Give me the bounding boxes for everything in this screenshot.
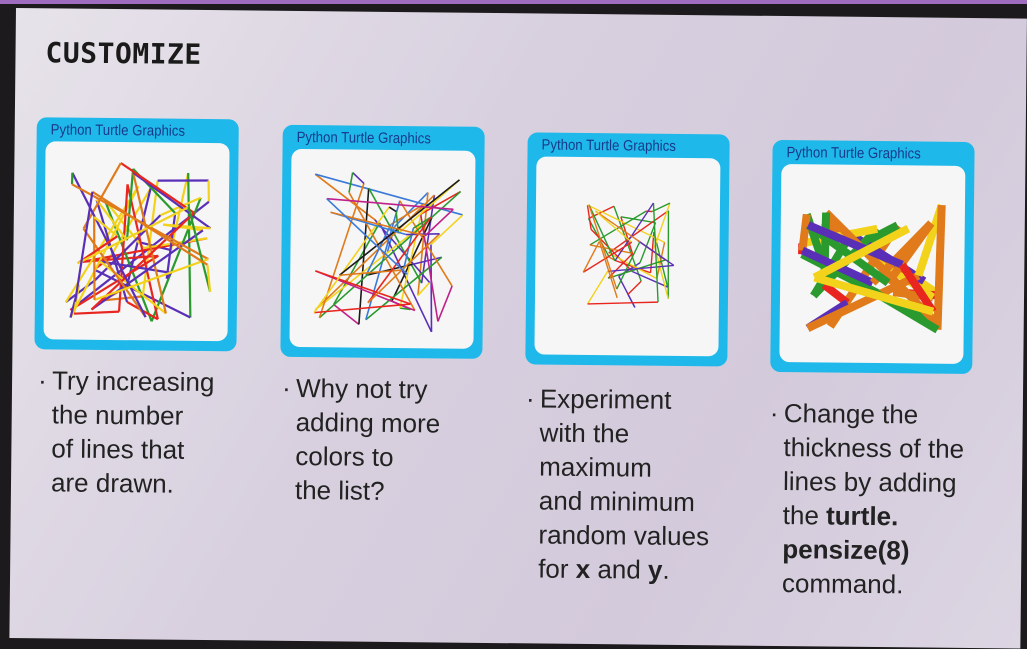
text: and [590, 554, 649, 585]
bullet: · [525, 383, 535, 414]
tip-line: are drawn. [50, 467, 175, 499]
tip-2: · Why not try adding more colors to the … [282, 371, 526, 509]
tip-line: random values [538, 519, 710, 552]
section-heading: CUSTOMIZE [45, 36, 202, 71]
turtle-window-3: Python Turtle Graphics [525, 132, 730, 367]
tip-line: maximum [539, 451, 653, 483]
top-stripe [0, 0, 1027, 4]
turtle-line [313, 303, 411, 314]
bullet: · [281, 372, 291, 403]
window-title: Python Turtle Graphics [50, 121, 186, 140]
turtle-line [430, 214, 464, 246]
turtle-canvas [779, 164, 966, 364]
turtle-line [73, 310, 120, 315]
bullet: · [37, 365, 47, 396]
window-title: Python Turtle Graphics [786, 144, 921, 163]
turtle-line [333, 303, 360, 326]
turtle-line [798, 213, 811, 251]
turtle-line [207, 180, 210, 202]
turtle-line [587, 301, 659, 305]
tip-line: of lines that [51, 433, 185, 465]
turtle-window-2: Python Turtle Graphics [280, 124, 485, 359]
tip-line: adding more [295, 406, 441, 439]
random-lines-drawing [798, 203, 946, 334]
tip-3: · Experiment with the maximum and minimu… [526, 382, 770, 588]
tip-4: · Change the thickness of the lines by a… [770, 396, 1014, 602]
window-title: Python Turtle Graphics [541, 136, 676, 155]
code-x: x [575, 553, 591, 585]
tip-line: and minimum [538, 485, 696, 518]
code-turtle: turtle. [825, 500, 899, 532]
turtle-canvas [43, 141, 230, 342]
turtle-canvas [534, 156, 721, 357]
turtle-line [437, 285, 453, 322]
tip-line: command. [781, 568, 904, 600]
turtle-line [933, 204, 946, 330]
code-pensize: pensize(8) [782, 534, 910, 566]
tip-line: the list? [294, 474, 385, 506]
turtle-line [667, 210, 670, 299]
tip-line: Experiment [539, 383, 672, 415]
random-lines-drawing [64, 162, 212, 322]
turtle-line [620, 216, 656, 224]
tip-line: Try increasing [51, 365, 215, 398]
tip-line: colors to [295, 440, 394, 472]
book-page: CUSTOMIZE Python Turtle Graphics Python … [9, 8, 1027, 649]
text: . [662, 554, 670, 585]
turtle-line [586, 271, 609, 305]
code-y: y [647, 554, 663, 585]
turtle-window-1: Python Turtle Graphics [34, 117, 239, 352]
text: the [782, 500, 827, 531]
tip-line: pensize(8) [782, 532, 1012, 568]
tip-line: Why not try [295, 372, 428, 405]
bullet: · [769, 397, 779, 429]
tip-line: Change the [783, 398, 919, 430]
random-lines-drawing [313, 171, 464, 333]
random-lines-drawing [582, 202, 675, 308]
tip-1: · Try increasing the number of lines tha… [38, 363, 282, 501]
tip-line: with the [539, 417, 630, 449]
turtle-line [627, 280, 642, 295]
turtle-line [627, 294, 636, 308]
turtle-line [594, 210, 633, 243]
text: for [538, 553, 576, 584]
turtle-window-4: Python Turtle Graphics [770, 139, 975, 375]
tip-line: the number [51, 399, 184, 431]
window-title: Python Turtle Graphics [296, 128, 432, 148]
turtle-line [157, 179, 209, 182]
tip-line: for x and y. [538, 551, 768, 587]
turtle-line [93, 216, 96, 300]
tip-line: the turtle. [783, 498, 1013, 534]
turtle-line [187, 172, 192, 318]
turtle-line [352, 171, 365, 185]
turtle-canvas [289, 148, 476, 349]
turtle-line [348, 172, 354, 193]
tip-line: thickness of the [783, 432, 965, 464]
turtle-line [365, 224, 392, 276]
tip-line: lines by adding [782, 466, 957, 498]
turtle-line [388, 206, 397, 213]
